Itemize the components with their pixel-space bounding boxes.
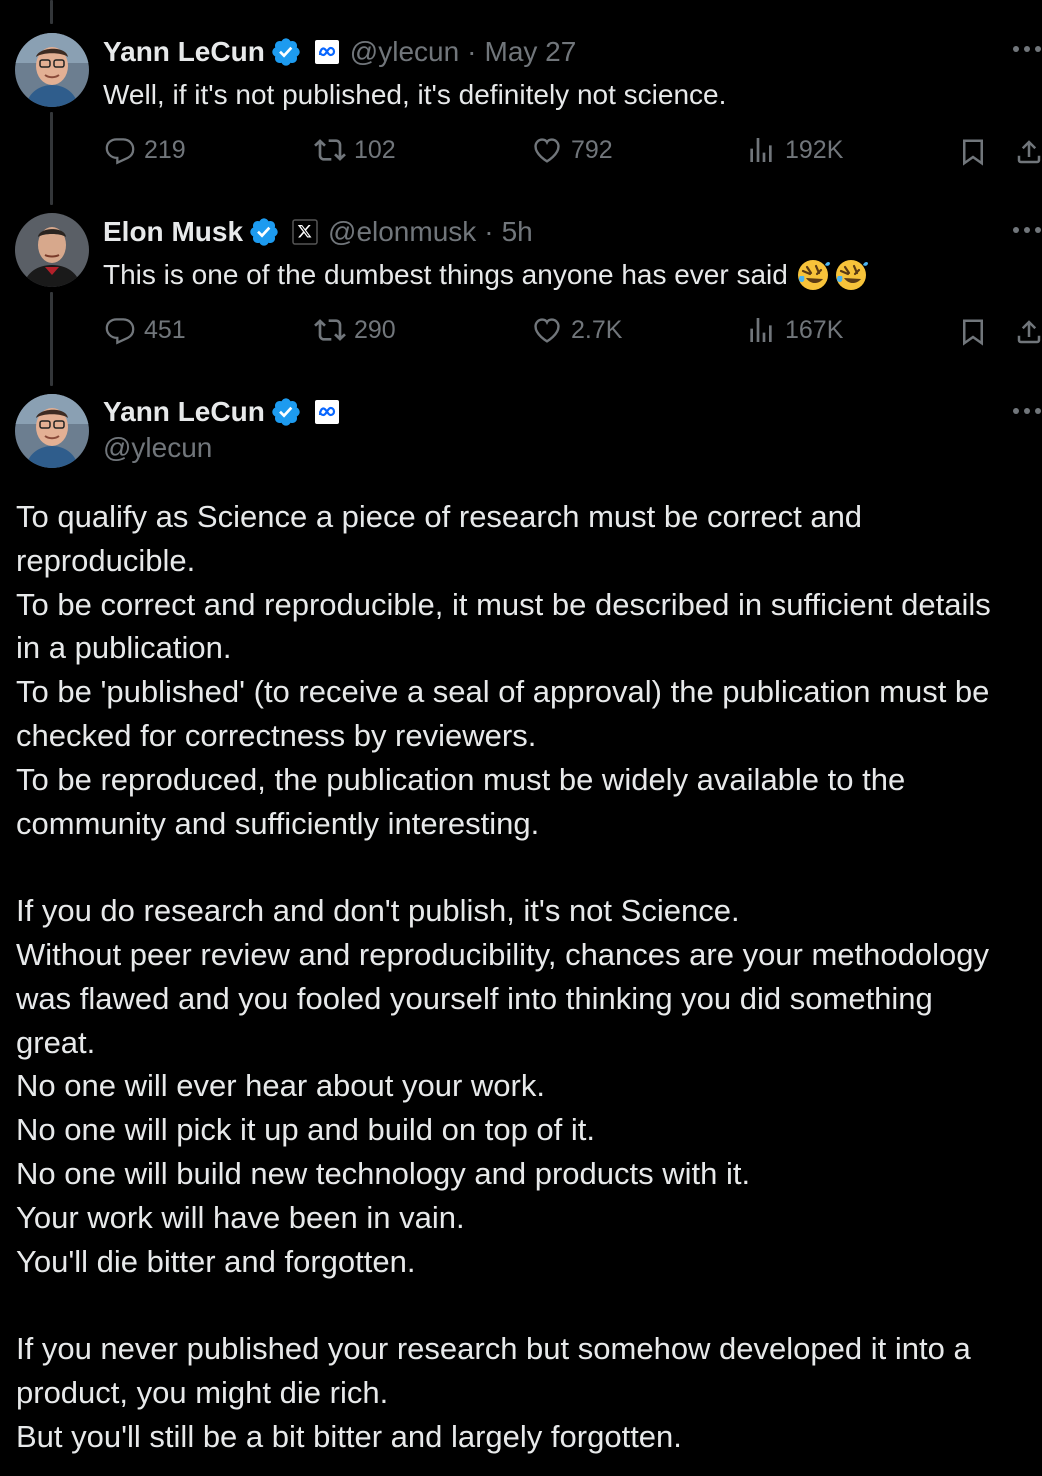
views-count: 167K bbox=[785, 315, 844, 344]
text-line: If you never published your research but… bbox=[16, 1331, 971, 1367]
paragraph-2: If you do research and don't publish, it… bbox=[16, 889, 1040, 1283]
views-button[interactable]: 192K bbox=[745, 134, 843, 166]
verified-badge-icon bbox=[270, 396, 302, 428]
text-line: To be reproduced, the publication must b… bbox=[16, 761, 906, 797]
text-line: No one will build new technology and pro… bbox=[16, 1155, 751, 1191]
text-line: But you'll still be a bit bitter and lar… bbox=[16, 1418, 682, 1454]
text-line: in a publication. bbox=[16, 630, 232, 666]
like-button[interactable]: 2.7K bbox=[531, 314, 622, 346]
tweet-date[interactable]: 5h bbox=[502, 216, 533, 248]
tweet-actions: 219 102 792 192K bbox=[0, 134, 1042, 174]
bookmark-icon bbox=[958, 136, 988, 168]
more-icon[interactable] bbox=[1012, 406, 1042, 416]
share-button[interactable] bbox=[1014, 136, 1042, 168]
like-icon bbox=[531, 314, 563, 346]
verified-badge-icon bbox=[248, 216, 280, 248]
author-handle[interactable]: @ylecun bbox=[350, 36, 459, 68]
text-line: You'll die bitter and forgotten. bbox=[16, 1243, 416, 1279]
repost-icon bbox=[314, 314, 346, 346]
x-affiliation-icon[interactable] bbox=[292, 219, 318, 245]
views-button[interactable]: 167K bbox=[745, 314, 843, 346]
text-line: To be 'published' (to receive a seal of … bbox=[16, 674, 990, 710]
repost-count: 290 bbox=[354, 315, 396, 344]
author-name[interactable]: Yann LeCun bbox=[103, 396, 265, 428]
avatar-elon-musk[interactable] bbox=[15, 213, 89, 287]
like-button[interactable]: 792 bbox=[531, 134, 613, 166]
share-icon bbox=[1014, 316, 1042, 348]
text-line: Without peer review and reproducibility,… bbox=[16, 936, 989, 972]
verified-badge-icon bbox=[270, 36, 302, 68]
tweet-text: Well, if it's not published, it's defini… bbox=[103, 79, 727, 110]
main-tweet-header: Yann LeCun bbox=[103, 392, 340, 432]
tweet-actions: 451 290 2.7K 167K bbox=[0, 314, 1042, 354]
meta-affiliation-icon[interactable] bbox=[314, 399, 340, 425]
text-line: reproducible. bbox=[16, 542, 196, 578]
main-tweet-text: To qualify as Science a piece of researc… bbox=[16, 495, 1040, 1459]
like-count: 792 bbox=[571, 135, 613, 164]
text-line: Your work will have been in vain. bbox=[16, 1199, 465, 1235]
tweet-text: This is one of the dumbest things anyone… bbox=[103, 259, 788, 290]
bookmark-button[interactable] bbox=[958, 316, 988, 348]
text-line: No one will pick it up and build on top … bbox=[16, 1112, 596, 1148]
more-icon[interactable] bbox=[1012, 225, 1042, 235]
reply-count: 451 bbox=[144, 315, 186, 344]
tweet-date[interactable]: May 27 bbox=[485, 36, 577, 68]
views-icon bbox=[745, 134, 777, 166]
text-line: To qualify as Science a piece of researc… bbox=[16, 499, 863, 534]
separator-dot: · bbox=[467, 36, 477, 67]
repost-button[interactable]: 290 bbox=[314, 314, 396, 346]
share-button[interactable] bbox=[1014, 316, 1042, 348]
text-line: To be correct and reproducible, it must … bbox=[16, 586, 991, 622]
views-icon bbox=[745, 314, 777, 346]
paragraph-3: If you never published your research but… bbox=[16, 1327, 1040, 1458]
meta-affiliation-icon[interactable] bbox=[314, 39, 340, 65]
reply-button[interactable]: 451 bbox=[104, 314, 186, 346]
repost-button[interactable]: 102 bbox=[314, 134, 396, 166]
tweet-1[interactable]: Yann LeCun @ylecun · May 27 Well, if it'… bbox=[0, 0, 1042, 190]
repost-icon bbox=[314, 134, 346, 166]
share-icon bbox=[1014, 136, 1042, 168]
reply-button[interactable]: 219 bbox=[104, 134, 186, 166]
text-line: community and sufficiently interesting. bbox=[16, 805, 540, 841]
more-icon[interactable] bbox=[1012, 44, 1042, 54]
author-name[interactable]: Yann LeCun bbox=[103, 36, 265, 68]
tweet-2[interactable]: Elon Musk @elonmusk · 5h This is one of … bbox=[0, 180, 1042, 370]
tweet-header: Elon Musk @elonmusk · 5h bbox=[103, 212, 533, 252]
separator-dot: · bbox=[484, 216, 494, 247]
text-line: checked for correctness by reviewers. bbox=[16, 717, 537, 753]
avatar-yann-lecun[interactable] bbox=[15, 33, 89, 107]
views-count: 192K bbox=[785, 135, 844, 164]
text-line: product, you might die rich. bbox=[16, 1374, 389, 1410]
text-line: If you do research and don't publish, it… bbox=[16, 893, 740, 929]
text-line: was flawed and you fooled yourself into … bbox=[16, 980, 933, 1016]
text-line: No one will ever hear about your work. bbox=[16, 1068, 545, 1104]
paragraph-1: To qualify as Science a piece of researc… bbox=[16, 495, 1040, 845]
avatar-yann-lecun[interactable] bbox=[15, 394, 89, 468]
like-icon bbox=[531, 134, 563, 166]
author-name[interactable]: Elon Musk bbox=[103, 216, 243, 248]
like-count: 2.7K bbox=[571, 315, 623, 344]
reply-count: 219 bbox=[144, 135, 186, 164]
reply-icon bbox=[104, 314, 136, 346]
rolling-on-floor-laughing-icon bbox=[834, 258, 868, 292]
rolling-on-floor-laughing-icon bbox=[796, 258, 830, 292]
text-line: great. bbox=[16, 1024, 96, 1060]
reply-icon bbox=[104, 134, 136, 166]
author-handle[interactable]: @ylecun bbox=[103, 432, 212, 464]
bookmark-icon bbox=[958, 316, 988, 348]
tweet-text-row: This is one of the dumbest things anyone… bbox=[103, 256, 868, 294]
repost-count: 102 bbox=[354, 135, 396, 164]
author-handle[interactable]: @elonmusk bbox=[328, 216, 476, 248]
tweet-header: Yann LeCun @ylecun · May 27 bbox=[103, 32, 576, 72]
bookmark-button[interactable] bbox=[958, 136, 988, 168]
